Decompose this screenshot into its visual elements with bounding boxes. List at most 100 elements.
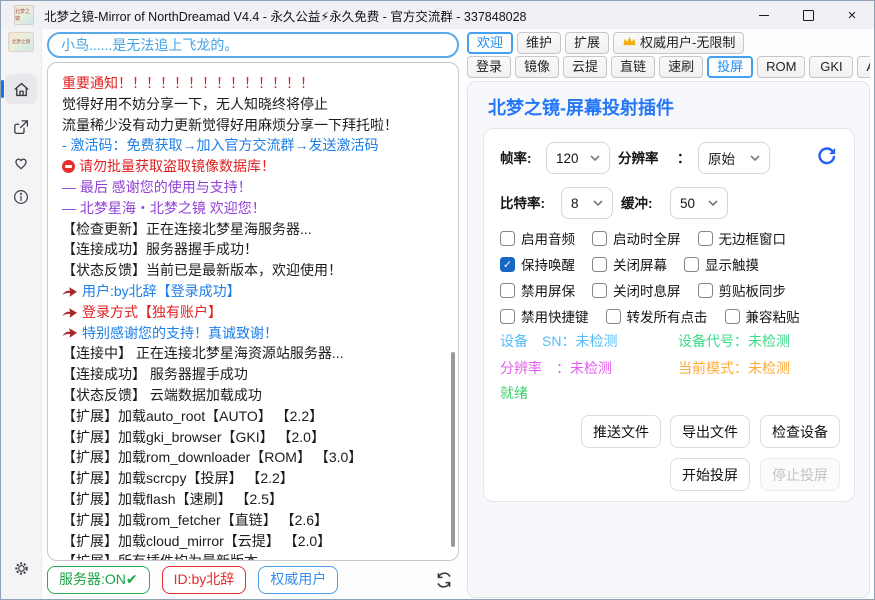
checkbox-转发所有点击[interactable]: 转发所有点击 xyxy=(606,306,708,326)
tab-label: 投屏 xyxy=(717,58,743,76)
sidebar-item-settings[interactable] xyxy=(5,553,37,583)
log-panel[interactable]: 重要通知！！！！！！！！！！！！！！觉得好用不妨分享一下，无人知晓终将停止流量稀… xyxy=(47,62,459,561)
cast-card: 帧率: 120 分辨率 ： 原始 比特率: 8 缓冲: 50 xyxy=(483,128,855,502)
status-pill-red: ID:by北辞 xyxy=(162,566,247,594)
tab-row-2: 登录镜像 云提直链速刷投屏 ROM GKI AUTO xyxy=(467,56,870,78)
buffer-value: 50 xyxy=(680,196,695,211)
status-pill-blue: 权威用户 xyxy=(258,566,338,594)
checkbox-label: 转发所有点击 xyxy=(627,306,708,326)
sidebar-logo: 北梦之镜 xyxy=(8,32,34,52)
arrow-icon xyxy=(62,307,77,318)
close-button[interactable]: × xyxy=(830,1,874,29)
ready-status: 就绪 xyxy=(500,383,528,403)
tab-速刷[interactable]: 速刷 xyxy=(659,56,703,78)
tab-扩展[interactable]: 扩展 xyxy=(565,32,609,54)
minimize-button[interactable] xyxy=(742,1,786,29)
tab-label: GKI xyxy=(820,57,842,77)
refresh-icon[interactable] xyxy=(434,570,454,595)
log-line: 【状态反馈】当前已是最新版本，欢迎使用！ xyxy=(62,260,444,281)
checkbox-无边框窗口[interactable]: 无边框窗口 xyxy=(698,228,787,248)
device-info-item: 分辨率 ：未检测 xyxy=(500,358,678,378)
sidebar-item-info[interactable] xyxy=(5,182,37,212)
tab-镜像[interactable]: 镜像 xyxy=(515,56,559,78)
checkbox-禁用快捷键[interactable]: 禁用快捷键 xyxy=(500,306,589,326)
device-info-item: 设备代号：未检测 xyxy=(678,331,790,351)
cast-panel: 北梦之镜-屏幕投射插件 帧率: 120 分辨率 ： 原始 比特率: 8 缓冲: xyxy=(467,81,870,598)
checkbox-兼容粘贴[interactable]: 兼容粘贴 xyxy=(725,306,800,326)
checkbox-保持唤醒[interactable]: ✓保持唤醒 xyxy=(500,254,575,274)
device-info-item: 当前模式：未检测 xyxy=(678,358,790,378)
refresh-devices-icon[interactable] xyxy=(816,145,838,172)
status-pill-green: 服务器:ON✔ xyxy=(47,566,150,594)
log-line: 【连接中】 正在连接北梦星海资源站服务器... xyxy=(62,343,444,364)
log-line: 登录方式【独有账户】 xyxy=(62,302,444,323)
button-开始投屏[interactable]: 开始投屏 xyxy=(670,458,750,491)
fps-select[interactable]: 120 xyxy=(546,142,610,174)
checkbox-关闭时息屏[interactable]: 关闭时息屏 xyxy=(592,280,681,300)
log-line: 用户:by北辞【登录成功】 xyxy=(62,281,444,302)
heart-icon xyxy=(12,154,30,172)
checkbox-label: 禁用快捷键 xyxy=(521,306,589,326)
maximize-button[interactable] xyxy=(786,1,830,29)
log-line: 请勿批量获取盗取镜像数据库！ xyxy=(62,156,444,177)
checkbox-box xyxy=(684,257,699,272)
sidebar-item-favorite[interactable] xyxy=(5,148,37,178)
checkbox-box xyxy=(698,283,713,298)
tab-label: 云提 xyxy=(572,57,598,77)
tab-权威用户-无限制[interactable]: 权威用户-无限制 xyxy=(613,32,744,54)
checkbox-启用音频[interactable]: 启用音频 xyxy=(500,228,575,248)
checkbox-label: 关闭屏幕 xyxy=(613,254,667,274)
bitrate-label: 比特率: xyxy=(500,188,545,220)
log-line: 特别感谢您的支持！真诚致谢！ xyxy=(62,323,444,344)
tab-GKI[interactable]: GKI xyxy=(809,56,853,78)
log-line: 【扩展】加载scrcpy【投屏】 【2.2】 xyxy=(62,468,444,489)
tab-label: 扩展 xyxy=(574,33,600,53)
tab-AUTO[interactable]: AUTO xyxy=(857,56,870,78)
checkbox-关闭屏幕[interactable]: 关闭屏幕 xyxy=(592,254,667,274)
share-icon xyxy=(12,118,30,136)
sidebar-item-home[interactable] xyxy=(5,74,37,104)
tab-label: 镜像 xyxy=(524,57,550,77)
fps-value: 120 xyxy=(556,151,579,166)
tab-登录[interactable]: 登录 xyxy=(467,56,511,78)
checkbox-box xyxy=(500,231,515,246)
tab-投屏[interactable]: 投屏 xyxy=(707,56,753,78)
checkbox-label: 禁用屏保 xyxy=(521,280,575,300)
checkbox-grid: 启用音频 启动时全屏无边框窗口 ✓保持唤醒 关闭屏幕 显示触摸禁用屏保关闭时息屏剪贴板同… xyxy=(500,225,844,329)
button-推送文件[interactable]: 推送文件 xyxy=(581,415,661,448)
arrow-icon xyxy=(62,286,77,297)
bitrate-select[interactable]: 8 xyxy=(561,187,613,219)
buffer-label: 缓冲: xyxy=(621,188,653,220)
checkbox-显示触摸[interactable]: 显示触摸 xyxy=(684,254,759,274)
checkbox-box xyxy=(500,309,515,324)
fps-label: 帧率: xyxy=(500,143,532,175)
checkbox-禁用屏保[interactable]: 禁用屏保 xyxy=(500,280,575,300)
tab-label: ROM xyxy=(766,57,796,77)
resolution-select[interactable]: 原始 xyxy=(698,142,770,174)
resolution-value: 原始 xyxy=(708,148,735,168)
info-icon xyxy=(12,188,30,206)
chevron-down-icon xyxy=(750,155,760,161)
tab-云提[interactable]: 云提 xyxy=(563,56,607,78)
sidebar-item-share[interactable] xyxy=(5,112,37,142)
buffer-select[interactable]: 50 xyxy=(670,187,728,219)
checkbox-label: 显示触摸 xyxy=(705,254,759,274)
crown-icon xyxy=(622,33,637,53)
log-line: 【扩展】加载flash【速刷】 【2.5】 xyxy=(62,489,444,510)
checkbox-剪贴板同步[interactable]: 剪贴板同步 xyxy=(698,280,787,300)
tab-欢迎[interactable]: 欢迎 xyxy=(467,32,513,54)
log-scrollbar-thumb[interactable] xyxy=(451,352,455,547)
tab-维护[interactable]: 维护 xyxy=(517,32,561,54)
tab-ROM[interactable]: ROM xyxy=(757,56,805,78)
log-line: 流量稀少没有动力更新觉得好用麻烦分享一下拜托啦！ xyxy=(62,115,444,136)
arrow-icon xyxy=(62,327,77,338)
checkbox-box: ✓ xyxy=(500,257,515,272)
tab-label: AUTO xyxy=(866,57,870,77)
maximize-icon xyxy=(803,10,814,21)
button-导出文件[interactable]: 导出文件 xyxy=(670,415,750,448)
button-检查设备[interactable]: 检查设备 xyxy=(760,415,840,448)
tab-直链[interactable]: 直链 xyxy=(611,56,655,78)
checkbox-启动时全屏[interactable]: 启动时全屏 xyxy=(592,228,681,248)
tab-label: 权威用户-无限制 xyxy=(640,33,735,53)
checkbox-label: 启动时全屏 xyxy=(613,228,681,248)
